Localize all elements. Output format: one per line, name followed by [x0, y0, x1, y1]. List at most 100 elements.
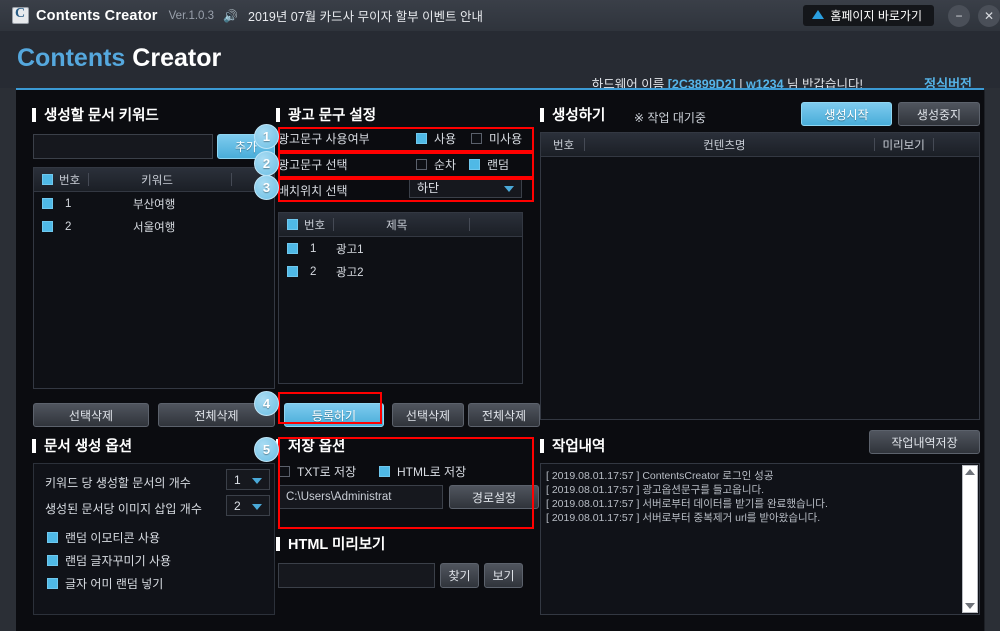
ad-use-no[interactable]: 미사용 — [471, 130, 522, 147]
option-checkbox[interactable] — [47, 532, 58, 543]
html-preview-input[interactable] — [278, 563, 435, 588]
ad-use-yes[interactable]: 사용 — [416, 130, 456, 147]
generate-status: ※ 작업 대기중 — [634, 109, 706, 126]
title-bar: Contents Creator Ver.1.0.3 🔊 2019년 07월 카… — [0, 0, 1000, 31]
ad-register-button[interactable]: 등록하기 — [284, 403, 384, 427]
save-as-html[interactable]: HTML로 저장 — [379, 463, 466, 480]
log-panel: 작업내역 — [540, 435, 605, 456]
ad-panel-title: 광고 문구 설정 — [276, 104, 376, 125]
brand-part-1: Contents — [17, 44, 126, 72]
app-version-label: Ver.1.0.3 — [168, 9, 215, 22]
keywords-list-header: 번호 키워드 — [34, 168, 274, 192]
close-button[interactable]: ✕ — [978, 4, 1000, 27]
log-line: [ 2019.08.01.17:57 ] 서버로부터 데이터를 받기를 완료했습… — [546, 498, 828, 510]
keywords-col-no: 번호 — [59, 174, 81, 187]
ad-use-yes-checkbox[interactable] — [416, 133, 427, 144]
option-label: 글자 어미 랜덤 넣기 — [65, 577, 164, 591]
log-line: [ 2019.08.01.17:57 ] 광고옵션문구를 들고옵니다. — [546, 484, 765, 496]
ad-order-random-label: 랜덤 — [487, 158, 510, 172]
chevron-down-icon — [504, 185, 514, 192]
option-label: 랜덤 이모티콘 사용 — [65, 531, 160, 545]
generate-stop-button[interactable]: 생성중지 — [898, 102, 980, 126]
left-rail — [0, 90, 16, 631]
row-checkbox[interactable] — [287, 243, 298, 254]
option-checkbox[interactable] — [47, 555, 58, 566]
keywords-delete-selected-button[interactable]: 선택삭제 — [33, 403, 149, 427]
save-options-panel: 저장 옵션 — [276, 435, 345, 456]
keyword-input[interactable] — [33, 134, 213, 159]
save-as-txt-label: TXT로 저장 — [297, 465, 357, 479]
row-checkbox[interactable] — [42, 221, 53, 232]
log-output[interactable]: [ 2019.08.01.17:57 ] ContentsCreator 로그인… — [540, 463, 980, 615]
table-row[interactable]: 2 광고2 — [279, 260, 522, 283]
speaker-icon[interactable]: 🔊 — [223, 10, 238, 22]
generate-col-name: 컨텐츠명 — [703, 139, 746, 152]
keywords-col-keyword: 키워드 — [141, 174, 173, 187]
html-preview-view-button[interactable]: 보기 — [484, 563, 523, 588]
save-as-txt-checkbox[interactable] — [279, 466, 290, 477]
ad-position-select[interactable]: 하단 — [409, 177, 522, 198]
table-row[interactable]: 2 서울여행 — [34, 215, 274, 238]
doc-options-title: 문서 생성 옵션 — [32, 435, 132, 456]
col-divider-1 — [333, 218, 335, 231]
log-line: [ 2019.08.01.17:57 ] ContentsCreator 로그인… — [546, 470, 774, 482]
minimize-button[interactable]: − — [948, 4, 970, 27]
option-random-emoticon[interactable]: 랜덤 이모티콘 사용 — [47, 529, 160, 546]
annotation-badge-4: 4 — [254, 391, 279, 416]
app-title: Contents Creator — [36, 7, 158, 24]
html-preview-find-button[interactable]: 찾기 — [440, 563, 479, 588]
scroll-up-icon[interactable] — [965, 469, 975, 475]
image-count-value: 2 — [234, 498, 241, 513]
row-checkbox[interactable] — [287, 266, 298, 277]
table-row[interactable]: 1 부산여행 — [34, 192, 274, 215]
ad-delete-all-button[interactable]: 전체삭제 — [468, 403, 540, 427]
row-checkbox[interactable] — [42, 198, 53, 209]
generate-list[interactable]: 번호 컨텐츠명 미리보기 — [540, 132, 980, 420]
ad-order-sequential[interactable]: 순차 — [416, 156, 456, 173]
log-save-button[interactable]: 작업내역저장 — [869, 430, 980, 454]
ad-use-no-checkbox[interactable] — [471, 133, 482, 144]
keywords-list[interactable]: 번호 키워드 1 부산여행 2 서울여행 — [33, 167, 275, 389]
option-random-ending[interactable]: 글자 어미 랜덤 넣기 — [47, 575, 163, 592]
doc-options-box: 키워드 당 생성할 문서의 개수 1 생성된 문서당 이미지 삽입 개수 2 랜… — [33, 463, 275, 615]
table-row[interactable]: 1 광고1 — [279, 237, 522, 260]
ad-order-random[interactable]: 랜덤 — [469, 156, 509, 173]
ad-order-random-checkbox[interactable] — [469, 159, 480, 170]
ad-col-title: 제목 — [386, 219, 408, 232]
save-as-html-checkbox[interactable] — [379, 466, 390, 477]
keywords-select-all-checkbox[interactable] — [42, 174, 53, 185]
row-keyword: 부산여행 — [133, 198, 176, 211]
row-title: 광고1 — [336, 243, 364, 256]
col-divider-2 — [469, 218, 471, 231]
row-no: 2 — [310, 265, 317, 278]
main-content: 생성할 문서 키워드 추가 번호 키워드 1 부산여행 2 서울여행 선택삭제 … — [16, 90, 984, 631]
row-no: 2 — [65, 220, 72, 233]
annotation-badge-5: 5 — [254, 437, 279, 462]
ad-list[interactable]: 번호 제목 1 광고1 2 광고2 — [278, 212, 523, 384]
option-random-text-decoration[interactable]: 랜덤 글자꾸미기 사용 — [47, 552, 171, 569]
save-as-txt[interactable]: TXT로 저장 — [279, 463, 356, 480]
homepage-shortcut-button[interactable]: 홈페이지 바로가기 — [803, 5, 934, 26]
scroll-down-icon[interactable] — [965, 603, 975, 609]
log-scrollbar[interactable] — [962, 465, 978, 613]
ad-use-yes-label: 사용 — [434, 132, 457, 146]
option-checkbox[interactable] — [47, 578, 58, 589]
right-rail-scrollbar[interactable] — [984, 90, 1000, 631]
ad-order-sequential-checkbox[interactable] — [416, 159, 427, 170]
annotation-badge-2: 2 — [254, 151, 279, 176]
col-divider-1 — [88, 173, 90, 186]
save-path-button[interactable]: 경로설정 — [449, 485, 539, 509]
generate-start-button[interactable]: 생성시작 — [801, 102, 892, 126]
image-count-select[interactable]: 2 — [226, 495, 270, 516]
row-title: 광고2 — [336, 266, 364, 279]
html-preview-panel: HTML 미리보기 — [276, 533, 385, 554]
homepage-shortcut-label: 홈페이지 바로가기 — [830, 9, 922, 23]
generate-col-no: 번호 — [553, 139, 575, 152]
doc-count-select[interactable]: 1 — [226, 469, 270, 490]
generate-panel: 생성하기 — [540, 104, 605, 125]
col-divider-2 — [230, 173, 232, 186]
annotation-badge-1: 1 — [254, 124, 279, 149]
ad-delete-selected-button[interactable]: 선택삭제 — [392, 403, 464, 427]
save-path-input[interactable] — [279, 485, 443, 509]
ad-select-all-checkbox[interactable] — [287, 219, 298, 230]
